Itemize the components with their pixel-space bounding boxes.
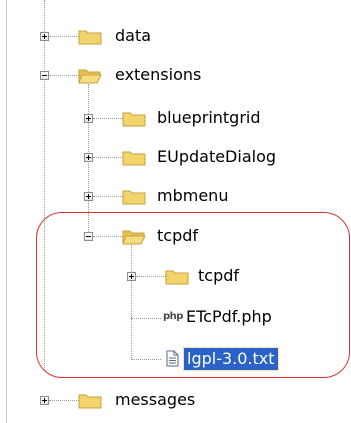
tree-item-label-selected[interactable]: lgpl-3.0.txt [183,347,279,371]
folder-icon [122,151,146,166]
tree-branch [49,36,79,37]
expand-toggle-plus[interactable] [84,192,93,201]
expand-toggle-plus[interactable] [127,272,136,281]
tree-item-label[interactable]: messages [112,389,198,411]
folder-icon [78,30,102,45]
folder-icon [122,190,146,205]
tree-branch [49,400,79,401]
expand-toggle-plus[interactable] [40,32,49,41]
tree-item-label[interactable]: tcpdf [154,225,201,247]
expand-toggle-plus[interactable] [84,153,93,162]
tree-item-label[interactable]: mbmenu [154,185,231,207]
expand-toggle-plus[interactable] [84,114,93,123]
php-file-icon: php [163,311,183,322]
text-file-icon [166,350,179,367]
expand-toggle-minus[interactable] [84,232,93,241]
tree-item-label[interactable]: EUpdateDialog [154,146,279,168]
folder-icon [122,112,146,127]
folder-open-icon [122,230,146,245]
tree-branch [93,118,123,119]
tree-branch [49,75,79,76]
tree-item-label[interactable]: blueprintgrid [154,107,264,129]
expand-toggle-minus[interactable] [40,71,49,80]
tree-item-label[interactable]: data [112,25,154,47]
tree-branch [93,196,123,197]
folder-icon [78,394,102,409]
expand-toggle-plus[interactable] [40,396,49,405]
tree-item-label[interactable]: tcpdf [195,265,242,287]
folder-open-icon [78,69,102,84]
pane-edge [6,0,7,423]
tree-branch [93,157,123,158]
folder-icon [165,270,189,285]
tree-item-label[interactable]: extensions [112,64,204,86]
tree-item-label[interactable]: ETcPdf.php [183,306,275,328]
